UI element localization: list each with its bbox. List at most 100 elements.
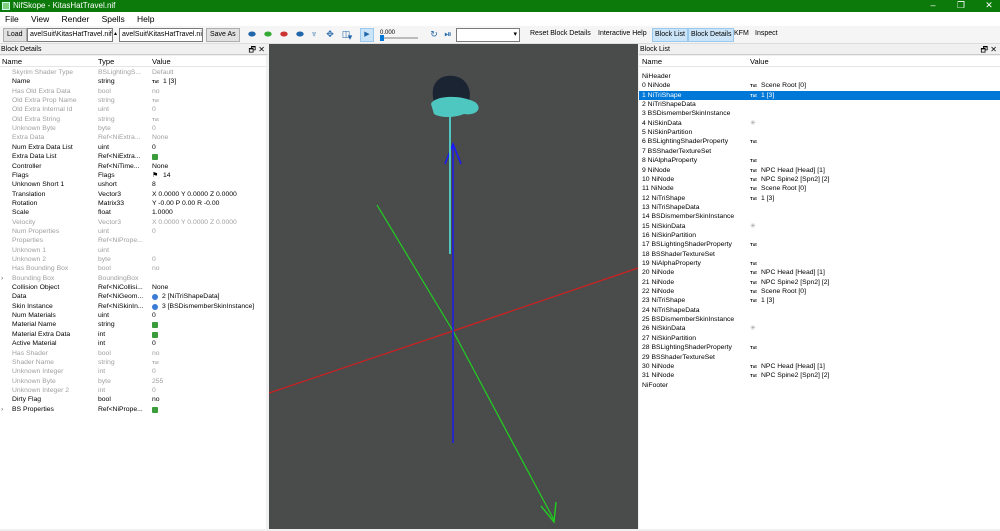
detail-row[interactable]: Old Extra String string Txt [0, 115, 266, 124]
menu-help[interactable]: Help [132, 12, 159, 26]
detail-row[interactable]: › Bounding Box BoundingBox [0, 274, 266, 283]
block-list-row[interactable]: 21 NiNode Txt NPC Spine2 [Spn2] [2] [639, 278, 1000, 287]
detail-row[interactable]: Unknown Short 1 ushort 8 [0, 180, 266, 189]
block-list-row[interactable]: 22 NiNode Txt Scene Root [0] [639, 287, 1000, 296]
detail-value[interactable]: 8 [152, 180, 266, 189]
save-as-button[interactable]: Save As [206, 28, 240, 42]
expand-arrow-icon[interactable]: › [1, 274, 3, 283]
load-button[interactable]: Load [3, 28, 27, 42]
block-list-row[interactable]: 1 NiTriShape Txt 1 [3] [639, 90, 1000, 101]
block-list-row[interactable]: 10 NiNode Txt NPC Spine2 [Spn2] [2] [639, 175, 1000, 184]
detail-row[interactable]: Data Ref<NiGeom... 2 [NiTriShapeData] [0, 292, 266, 301]
close-window-button[interactable]: ✕ [978, 0, 1000, 12]
block-list-row[interactable]: 2 NiTriShapeData [639, 100, 1000, 109]
detail-row[interactable]: Has Shader bool no [0, 349, 266, 358]
chevron-down-icon[interactable]: ▾ [345, 31, 355, 45]
detail-row[interactable]: Unknown Integer 2 int 0 [0, 386, 266, 395]
block-list-row[interactable]: 24 NiTriShapeData [639, 306, 1000, 315]
block-list-toggle[interactable]: Block List [652, 28, 688, 42]
detail-value[interactable]: Y -0.00 P 0.00 R -0.00 [152, 199, 266, 208]
detail-row[interactable]: Controller Ref<NiTime... None [0, 162, 266, 171]
menu-spells[interactable]: Spells [97, 12, 130, 26]
detail-value[interactable]: 1.0000 [152, 208, 266, 217]
block-details-tree[interactable]: Name Type Value Skyrim Shader Type BSLigh… [0, 56, 266, 529]
detail-row[interactable]: Properties Ref<NiPrope... [0, 236, 266, 245]
save-path-input[interactable]: avelSuit\KitasHatTravel.nif [119, 28, 203, 42]
view-lit-icon[interactable]: ⬬ [294, 28, 306, 42]
view-shaded-icon[interactable]: ⬬ [262, 28, 274, 42]
detail-row[interactable]: Material Extra Data int [0, 330, 266, 339]
block-list-row[interactable]: 15 NiSkinData ✳ [639, 222, 1000, 231]
column-value[interactable]: Value [750, 56, 769, 67]
column-name[interactable]: Name [2, 56, 22, 67]
detail-value[interactable]: 3 [BSDismemberSkinInstance] [162, 302, 266, 311]
column-value[interactable]: Value [152, 56, 171, 67]
kfm-toggle[interactable]: KFM [734, 28, 749, 42]
block-list-row[interactable]: 27 NiSkinPartition [639, 334, 1000, 343]
block-list-row[interactable]: 26 NiSkinData ✳ [639, 324, 1000, 333]
detail-value[interactable]: no [152, 395, 266, 404]
block-list-row[interactable]: 25 BSDismemberSkinInstance [639, 315, 1000, 324]
time-slider-handle[interactable] [380, 35, 384, 41]
detail-row[interactable]: Extra Data Ref<NiExtra... None [0, 133, 266, 142]
block-list-row[interactable]: 7 BSShaderTextureSet [639, 147, 1000, 156]
block-list-row[interactable]: 18 BSShaderTextureSet [639, 250, 1000, 259]
render-viewport[interactable] [268, 44, 639, 529]
block-list-row[interactable]: 9 NiNode Txt NPC Head [Head] [1] [639, 166, 1000, 175]
detail-value[interactable]: X 0.0000 Y 0.0000 Z 0.0000 [152, 190, 266, 199]
detail-row[interactable]: Num Materials uint 0 [0, 311, 266, 320]
block-list-row[interactable]: 23 NiTriShape Txt 1 [3] [639, 296, 1000, 305]
block-list-row[interactable]: 12 NiTriShape Txt 1 [3] [639, 194, 1000, 203]
skeleton-icon[interactable]: ♆ [308, 28, 320, 42]
detail-value[interactable]: 14 [163, 171, 266, 180]
detail-value[interactable]: 255 [152, 377, 266, 386]
detail-value[interactable]: 0 [152, 227, 266, 236]
detail-value[interactable]: 0 [152, 367, 266, 376]
detail-value[interactable]: 0 [152, 124, 266, 133]
detail-row[interactable]: Extra Data List Ref<NiExtra... [0, 152, 266, 161]
block-list-row[interactable]: 4 NiSkinData ✳ [639, 119, 1000, 128]
detail-row[interactable]: Old Extra Prop Name string Txt [0, 96, 266, 105]
menu-file[interactable]: File [0, 12, 24, 26]
detail-row[interactable]: Unknown Integer int 0 [0, 367, 266, 376]
axes-icon[interactable]: ✥ [324, 28, 336, 42]
view-textured-icon[interactable]: ⬬ [278, 28, 290, 42]
block-list-row[interactable]: 16 NiSkinPartition [639, 231, 1000, 240]
detail-row[interactable]: Num Extra Data List uint 0 [0, 143, 266, 152]
detail-value[interactable]: no [152, 87, 266, 96]
load-path-input[interactable]: avelSuit\KitasHatTravel.nif [27, 28, 113, 42]
block-list-row[interactable]: 20 NiNode Txt NPC Head [Head] [1] [639, 268, 1000, 277]
block-list-dock-controls[interactable]: 🗗 ✕ [981, 44, 997, 55]
animation-select[interactable]: ▾ [456, 28, 520, 42]
column-type[interactable]: Type [98, 56, 114, 67]
reset-block-details-button[interactable]: Reset Block Details [530, 28, 591, 42]
block-list-row[interactable]: 19 NiAlphaProperty Txt [639, 259, 1000, 268]
block-list-row[interactable]: 14 BSDismemberSkinInstance [639, 212, 1000, 221]
minimize-button[interactable]: – [922, 0, 944, 12]
detail-value[interactable]: 2 [NiTriShapeData] [162, 292, 266, 301]
path-spin-icon[interactable]: ▴ [114, 28, 117, 42]
time-slider[interactable] [380, 35, 418, 41]
detail-row[interactable]: Skyrim Shader Type BSLightingS... Default [0, 68, 266, 77]
block-list-row[interactable]: 6 BSLightingShaderProperty Txt [639, 137, 1000, 146]
detail-value[interactable]: 0 [152, 255, 266, 264]
block-list-row[interactable]: 3 BSDismemberSkinInstance [639, 109, 1000, 118]
detail-value[interactable]: None [152, 283, 266, 292]
detail-row[interactable]: Scale float 1.0000 [0, 208, 266, 217]
detail-row[interactable]: › BS Properties Ref<NiPrope... [0, 405, 266, 414]
block-list-row[interactable]: NiHeader [639, 72, 1000, 81]
inspect-toggle[interactable]: Inspect [755, 28, 778, 42]
block-list-row[interactable]: 28 BSLightingShaderProperty Txt [639, 343, 1000, 352]
detail-value[interactable]: 0 [152, 311, 266, 320]
detail-row[interactable]: Unknown 1 uint [0, 246, 266, 255]
play-icon[interactable]: ▶ [360, 28, 374, 42]
detail-row[interactable]: Unknown Byte byte 255 [0, 377, 266, 386]
detail-row[interactable]: Unknown Byte byte 0 [0, 124, 266, 133]
detail-row[interactable]: Collision Object Ref<NiCollisi... None [0, 283, 266, 292]
block-details-toggle[interactable]: Block Details [688, 28, 735, 42]
detail-row[interactable]: Dirty Flag bool no [0, 395, 266, 404]
interactive-help-button[interactable]: Interactive Help [598, 28, 647, 42]
detail-value[interactable]: 0 [152, 105, 266, 114]
block-list-row[interactable]: 13 NiTriShapeData [639, 203, 1000, 212]
detail-row[interactable]: Num Properties uint 0 [0, 227, 266, 236]
